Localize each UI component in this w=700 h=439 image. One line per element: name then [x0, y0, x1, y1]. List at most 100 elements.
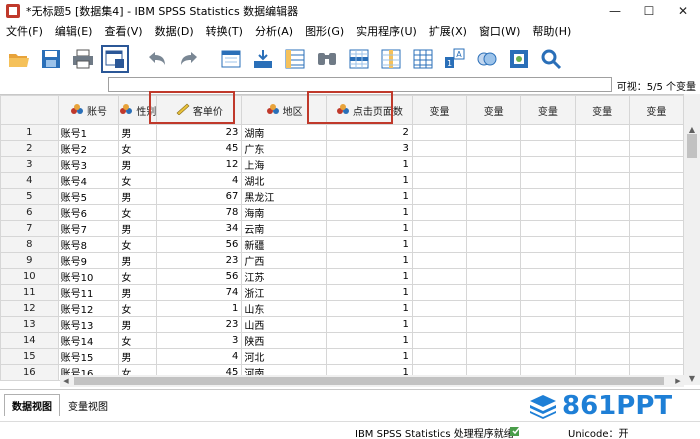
column-header-10[interactable]: 变量: [628, 95, 684, 125]
search-icon[interactable]: [538, 46, 564, 72]
empty-cell[interactable]: [520, 188, 576, 205]
vertical-scrollbar[interactable]: ▲ ▼: [684, 94, 700, 385]
data-cell[interactable]: 56: [156, 236, 243, 253]
empty-cell[interactable]: [628, 188, 684, 205]
empty-cell[interactable]: [466, 300, 522, 317]
data-cell[interactable]: 账号14: [57, 332, 120, 349]
column-header-3[interactable]: 客单价: [156, 95, 243, 125]
menu-transform[interactable]: 转换(T): [200, 22, 249, 42]
data-cell[interactable]: 账号6: [57, 204, 120, 221]
data-cell[interactable]: 账号2: [57, 140, 120, 157]
empty-cell[interactable]: [411, 268, 468, 285]
data-cell[interactable]: 1: [325, 300, 413, 317]
horizontal-scroll-thumb[interactable]: [74, 377, 664, 385]
data-cell[interactable]: 海南: [241, 204, 327, 221]
empty-cell[interactable]: [466, 236, 522, 253]
data-cell[interactable]: 1: [325, 316, 413, 333]
column-header-4[interactable]: 地区: [241, 95, 327, 125]
data-cell[interactable]: 广东: [241, 140, 327, 157]
data-cell[interactable]: 56: [156, 268, 243, 285]
column-header-2[interactable]: 性别: [118, 95, 158, 125]
data-cell[interactable]: 江苏: [241, 268, 327, 285]
data-cell[interactable]: 1: [325, 348, 413, 365]
row-number[interactable]: 10: [0, 268, 59, 285]
empty-cell[interactable]: [574, 204, 630, 221]
empty-cell[interactable]: [466, 124, 522, 141]
data-cell[interactable]: 12: [156, 156, 243, 173]
tab-data-view[interactable]: 数据视图: [4, 394, 60, 416]
row-number[interactable]: 11: [0, 284, 59, 301]
empty-cell[interactable]: [411, 220, 468, 237]
data-cell[interactable]: 1: [325, 252, 413, 269]
vertical-scroll-thumb[interactable]: [687, 134, 697, 158]
data-cell[interactable]: 男: [118, 348, 158, 365]
empty-cell[interactable]: [520, 140, 576, 157]
dialog-recall-icon[interactable]: [101, 45, 129, 73]
empty-cell[interactable]: [411, 172, 468, 189]
empty-cell[interactable]: [466, 140, 522, 157]
redo-icon[interactable]: [176, 46, 202, 72]
data-cell[interactable]: 黑龙江: [241, 188, 327, 205]
row-number[interactable]: 8: [0, 236, 59, 253]
row-number[interactable]: 12: [0, 300, 59, 317]
data-cell[interactable]: 账号13: [57, 316, 120, 333]
menu-extensions[interactable]: 扩展(X): [423, 22, 473, 42]
data-cell[interactable]: 浙江: [241, 284, 327, 301]
menu-help[interactable]: 帮助(H): [526, 22, 577, 42]
data-cell[interactable]: 湖南: [241, 124, 327, 141]
data-cell[interactable]: 女: [118, 204, 158, 221]
horizontal-scrollbar[interactable]: ◀ ▶: [60, 375, 684, 387]
row-number[interactable]: 7: [0, 220, 59, 237]
data-cell[interactable]: 账号10: [57, 268, 120, 285]
data-cell[interactable]: 1: [325, 332, 413, 349]
data-cell[interactable]: 新疆: [241, 236, 327, 253]
empty-cell[interactable]: [466, 204, 522, 221]
data-cell[interactable]: 4: [156, 172, 243, 189]
data-cell[interactable]: 女: [118, 332, 158, 349]
menu-window[interactable]: 窗口(W): [473, 22, 526, 42]
data-cell[interactable]: 账号9: [57, 252, 120, 269]
empty-cell[interactable]: [520, 332, 576, 349]
empty-cell[interactable]: [520, 300, 576, 317]
row-number[interactable]: 5: [0, 188, 59, 205]
empty-cell[interactable]: [628, 172, 684, 189]
empty-cell[interactable]: [574, 140, 630, 157]
insert-cases-icon[interactable]: [346, 46, 372, 72]
variables-icon[interactable]: [282, 46, 308, 72]
data-cell[interactable]: 男: [118, 316, 158, 333]
data-cell[interactable]: 广西: [241, 252, 327, 269]
row-number[interactable]: 2: [0, 140, 59, 157]
empty-cell[interactable]: [520, 172, 576, 189]
empty-cell[interactable]: [574, 252, 630, 269]
menu-file[interactable]: 文件(F): [0, 22, 49, 42]
data-cell[interactable]: 23: [156, 252, 243, 269]
empty-cell[interactable]: [411, 124, 468, 141]
empty-cell[interactable]: [520, 348, 576, 365]
column-header-5[interactable]: 点击页面数: [325, 95, 413, 125]
data-cell[interactable]: 男: [118, 284, 158, 301]
data-cell[interactable]: 74: [156, 284, 243, 301]
empty-cell[interactable]: [628, 220, 684, 237]
data-cell[interactable]: 男: [118, 156, 158, 173]
empty-cell[interactable]: [411, 284, 468, 301]
row-number[interactable]: 13: [0, 316, 59, 333]
open-icon[interactable]: [6, 46, 32, 72]
goto-case-icon[interactable]: [218, 46, 244, 72]
empty-cell[interactable]: [411, 316, 468, 333]
empty-cell[interactable]: [466, 220, 522, 237]
row-number[interactable]: 16: [0, 364, 59, 381]
data-cell[interactable]: 3: [325, 140, 413, 157]
column-header-6[interactable]: 变量: [411, 95, 468, 125]
empty-cell[interactable]: [520, 124, 576, 141]
menu-edit[interactable]: 编辑(E): [49, 22, 99, 42]
scroll-down-icon[interactable]: ▼: [684, 371, 700, 385]
undo-icon[interactable]: [144, 46, 170, 72]
split-file-icon[interactable]: [410, 46, 436, 72]
empty-cell[interactable]: [466, 252, 522, 269]
data-cell[interactable]: 湖北: [241, 172, 327, 189]
empty-cell[interactable]: [466, 156, 522, 173]
empty-cell[interactable]: [520, 220, 576, 237]
empty-cell[interactable]: [574, 236, 630, 253]
data-cell[interactable]: 3: [156, 332, 243, 349]
empty-cell[interactable]: [411, 348, 468, 365]
